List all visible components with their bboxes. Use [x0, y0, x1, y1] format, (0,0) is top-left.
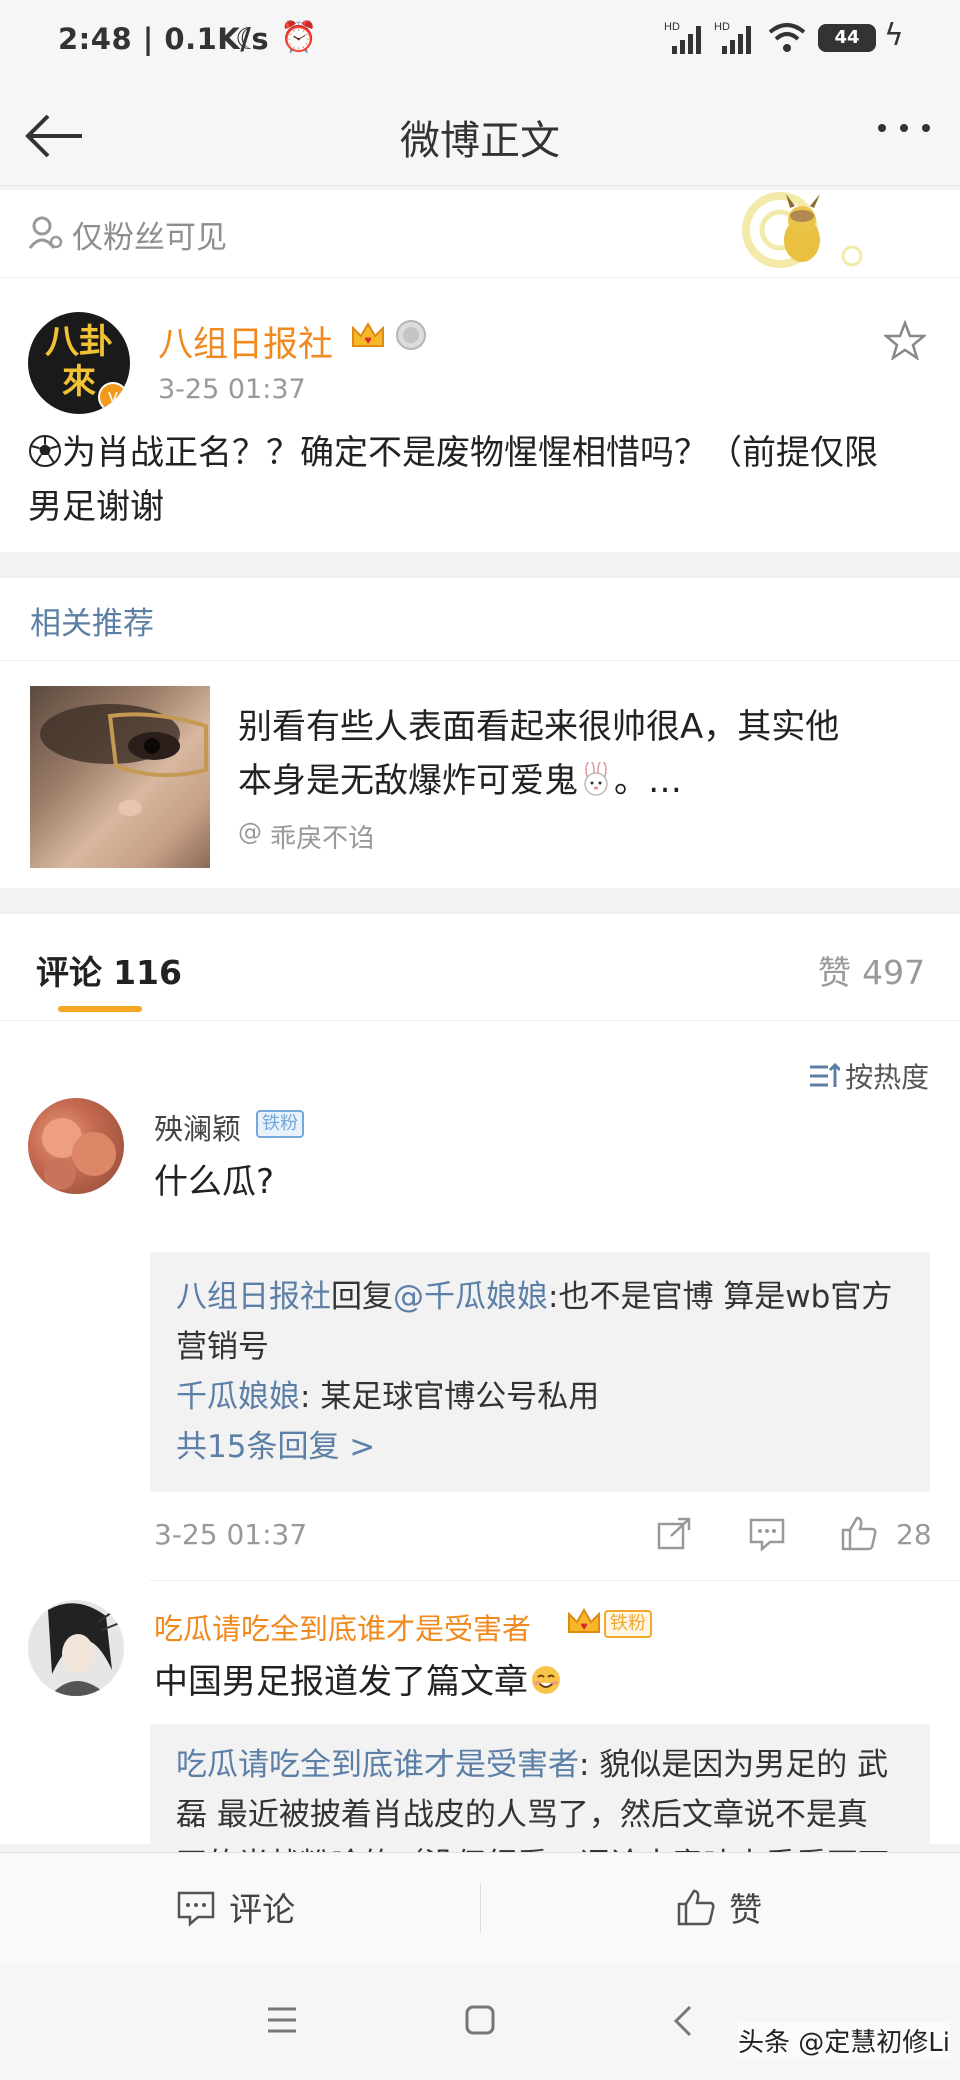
- more-icon[interactable]: [876, 120, 936, 140]
- reply-target-1[interactable]: @千瓜娘娘: [393, 1279, 548, 1315]
- visibility-bar: 仅粉丝可见: [0, 190, 960, 278]
- related-thumbnail-image[interactable]: [30, 686, 210, 868]
- post-body-line2: 男足谢谢: [28, 487, 164, 527]
- pikachu-decoration: [740, 190, 870, 282]
- author-avatar[interactable]: 八卦來 v: [28, 312, 130, 414]
- bottom-like-label: 赞: [729, 1890, 763, 1929]
- related-title-line1: 别看有些人表面看起来很帅很A，其实他: [238, 707, 840, 747]
- home-icon[interactable]: [464, 2004, 496, 2040]
- reply-text-1: :也不是官博 算是wb官方: [548, 1279, 893, 1315]
- comment-text-2-content: 中国男足报道发了篇文章: [154, 1662, 528, 1702]
- tab-active-indicator: [58, 1006, 142, 1012]
- reply2-line-2: 磊 最近被披着肖战皮的人骂了，然后文章说不是真: [176, 1797, 868, 1833]
- iron-fan-badge-1: 铁粉: [256, 1110, 304, 1138]
- tab-likes[interactable]: 赞 497: [818, 946, 925, 994]
- reply-user-2[interactable]: 千瓜娘娘: [176, 1379, 300, 1415]
- alarm-icon: ⏰: [280, 20, 318, 55]
- like-count-1: 28: [896, 1518, 932, 1551]
- reply2-user[interactable]: 吃瓜请吃全到底谁才是受害者: [176, 1747, 579, 1783]
- soccer-ball-icon: [28, 430, 62, 467]
- commenter-name-2[interactable]: 吃瓜请吃全到底谁才是受害者: [154, 1606, 531, 1648]
- comment-time-1: 3-25 01:37: [154, 1518, 308, 1551]
- post-card: 八卦來 v 八组日报社 ♥ 3-25 01:37 为肖战正名？？确定不是废物惺惺…: [0, 278, 960, 552]
- commenter-avatar-1[interactable]: [28, 1098, 124, 1194]
- favorite-star-icon[interactable]: [882, 319, 928, 364]
- battery-icon: 44: [818, 24, 876, 52]
- bottom-comment-button[interactable]: 评论: [176, 1883, 295, 1931]
- rabbit-emoji-icon: [578, 758, 614, 796]
- reply2-line-1: 吃瓜请吃全到底谁才是受害者: 貌似是因为男足的 武: [150, 1740, 930, 1790]
- author-name[interactable]: 八组日报社: [158, 316, 333, 367]
- reply2-text-1: : 貌似是因为男足的 武: [579, 1747, 889, 1783]
- related-header: 相关推荐: [30, 606, 154, 642]
- commenter-avatar-2[interactable]: [28, 1600, 124, 1696]
- tab-comments-label: 评论: [36, 953, 102, 992]
- fans-only-icon: [28, 216, 64, 254]
- reply-line-1: 八组日报社回复@千瓜娘娘:也不是官博 算是wb官方: [150, 1272, 930, 1322]
- visibility-label: 仅粉丝可见: [72, 220, 227, 256]
- bottom-like-button[interactable]: 赞: [676, 1883, 762, 1931]
- post-time: 3-25 01:37: [158, 374, 306, 405]
- svg-text:♥: ♥: [580, 1619, 587, 1633]
- bottom-comment-label: 评论: [229, 1890, 296, 1929]
- signal-icon-2: HD: [714, 20, 758, 60]
- more-replies-link[interactable]: 共15条回复 >: [150, 1422, 930, 1472]
- nav-bar: 微博正文: [0, 86, 960, 186]
- reply-box-1[interactable]: 八组日报社回复@千瓜娘娘:也不是官博 算是wb官方 营销号 千瓜娘娘: 某足球官…: [150, 1252, 930, 1492]
- status-bar: 2:48 | 0.1K/s ☾ ⏰ HD HD 44 ϟ: [0, 0, 960, 86]
- reply-user-1[interactable]: 八组日报社: [176, 1279, 331, 1315]
- bottom-comment-icon: [176, 1889, 216, 1931]
- related-title-line2: 本身是无敌爆炸可爱鬼: [238, 761, 578, 801]
- bottom-divider: [480, 1883, 481, 1933]
- comment-text-1: 什么瓜?: [154, 1162, 275, 1202]
- signal-icon: HD: [664, 20, 708, 60]
- related-source[interactable]: 乖戾不诌: [270, 818, 374, 855]
- tab-comments[interactable]: 评论 116: [36, 946, 182, 994]
- reply-line-2: 营销号: [176, 1329, 269, 1365]
- bottom-action-bar: 评论 赞: [0, 1852, 960, 1962]
- svg-text:HD: HD: [664, 21, 680, 33]
- share-icon-1[interactable]: [656, 1516, 692, 1556]
- svg-text:HD: HD: [714, 21, 730, 33]
- page-title: 微博正文: [400, 118, 560, 164]
- moon-icon: ☾: [235, 22, 262, 57]
- tabs-divider: [0, 1020, 960, 1021]
- like-icon-1[interactable]: [840, 1514, 878, 1556]
- system-nav-bar: 头条 @定慧初修Li: [0, 1962, 960, 2080]
- commenter-name-1[interactable]: 殃澜颖: [154, 1106, 241, 1148]
- menu-icon[interactable]: [266, 2006, 298, 2038]
- vip-crown-icon: ♥: [350, 320, 386, 356]
- comment-text-2: 中国男足报道发了篇文章: [154, 1654, 564, 1703]
- back-nav-icon[interactable]: [672, 2004, 694, 2042]
- reply-mid-1: 回复: [331, 1279, 393, 1315]
- vip-crown-icon-2: ♥: [566, 1606, 602, 1642]
- sort-button[interactable]: 按热度: [808, 1056, 929, 1096]
- post-body-line1: 为肖战正名？？确定不是废物惺惺相惜吗？（前提仅限: [62, 433, 878, 473]
- verified-icon: v: [98, 382, 128, 412]
- tab-likes-label: 赞: [818, 953, 851, 992]
- reply-line-3: 千瓜娘娘: 某足球官博公号私用: [150, 1372, 930, 1422]
- medal-icon: [394, 318, 428, 356]
- tab-comments-count: 116: [113, 953, 182, 992]
- svg-text:♥: ♥: [364, 333, 371, 347]
- iron-fan-badge-2: 铁粉: [604, 1610, 652, 1638]
- bottom-like-icon: [676, 1887, 716, 1931]
- smile-emoji-icon: [528, 1663, 564, 1697]
- related-source-icon: @: [238, 818, 262, 846]
- reply-icon-1[interactable]: [748, 1516, 786, 1556]
- reply-text-2: : 某足球官博公号私用: [300, 1379, 600, 1415]
- sort-icon: [808, 1061, 842, 1095]
- post-body: 为肖战正名？？确定不是废物惺惺相惜吗？（前提仅限 男足谢谢: [28, 426, 948, 534]
- related-title[interactable]: 别看有些人表面看起来很帅很A，其实他 本身是无敌爆炸可爱鬼。…: [238, 700, 938, 808]
- related-title-tail: 。…: [614, 761, 682, 801]
- charging-icon: ϟ: [884, 18, 904, 53]
- tab-likes-count: 497: [862, 953, 926, 992]
- sort-label: 按热度: [845, 1061, 930, 1094]
- watermark: 头条 @定慧初修Li: [738, 2022, 950, 2059]
- reply-box-2[interactable]: 吃瓜请吃全到底谁才是受害者: 貌似是因为男足的 武 磊 最近被披着肖战皮的人骂了…: [150, 1724, 930, 1864]
- wifi-icon: [768, 22, 806, 58]
- comment-divider: [150, 1580, 960, 1581]
- related-divider: [0, 660, 960, 661]
